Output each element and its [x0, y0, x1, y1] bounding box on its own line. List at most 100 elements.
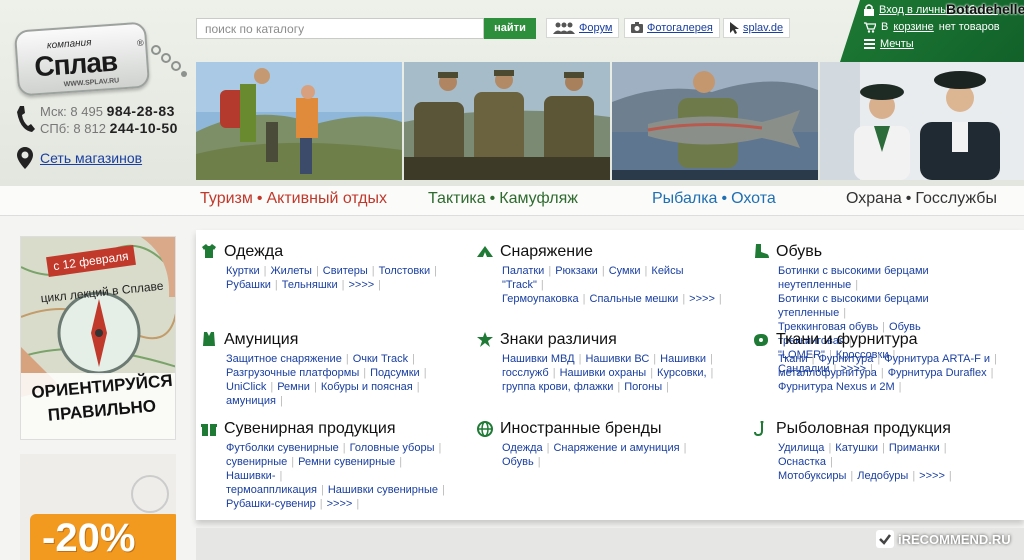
- category-dot: •: [721, 190, 728, 207]
- boot-icon: [755, 244, 769, 258]
- subcategory-link[interactable]: Подсумки: [370, 367, 420, 379]
- section-links: Палатки | Рюкзаки | Сумки | Кейсы "Track" | Герм…: [502, 264, 726, 306]
- subcategory-link[interactable]: Удилища: [778, 442, 824, 454]
- banner-security[interactable]: [820, 62, 1024, 180]
- subcategory-link[interactable]: Толстовки: [379, 265, 431, 277]
- category-security[interactable]: Охрана • Госслужбы: [846, 190, 997, 208]
- subcategory-link[interactable]: Ботинки с высокими берцами утепленные: [778, 293, 929, 319]
- dreams-link[interactable]: Мечты: [864, 38, 914, 50]
- subcategory-link[interactable]: Нашивки МВД: [502, 353, 575, 365]
- subcategory-link[interactable]: Нашивки ВС: [585, 353, 649, 365]
- subcategory-link[interactable]: Приманки: [889, 442, 940, 454]
- section-link-row: Ткани | Фурнитура | Фурнитура ARTA-F и |: [778, 352, 1002, 366]
- more-link[interactable]: >>>>: [919, 470, 945, 482]
- subcategory-link[interactable]: Сумки: [609, 265, 641, 277]
- subcategory-link[interactable]: амуниция: [226, 395, 276, 407]
- subcategory-link[interactable]: Обувь: [502, 456, 534, 468]
- subcategory-link[interactable]: Нашивки: [660, 353, 706, 365]
- section-header[interactable]: Знаки различия: [476, 328, 726, 352]
- subcategory-link[interactable]: Катушки: [835, 442, 878, 454]
- category-tourism[interactable]: Туризм • Активный отдых: [200, 190, 387, 208]
- subcategory-link[interactable]: Рубашки: [226, 279, 271, 291]
- section-header[interactable]: Иностранные бренды: [476, 417, 726, 441]
- subcategory-link[interactable]: Гермоупаковка: [502, 293, 579, 305]
- section-header[interactable]: Ткани и фурнитура: [752, 328, 1002, 352]
- link-separator: |: [650, 367, 654, 379]
- subcategory-link[interactable]: Ткани: [778, 353, 808, 365]
- subcategory-link[interactable]: Фурнитура ARTA-F и: [884, 353, 990, 365]
- subcategory-link[interactable]: Защитное снаряжение: [226, 353, 342, 365]
- section-link-row: Ботинки с высокими берцами утепленные |: [778, 292, 992, 320]
- photogallery-link[interactable]: Фотогалерея: [624, 18, 720, 38]
- phone-number: 244-10-50: [109, 120, 178, 136]
- splav-de-link[interactable]: splav.de: [723, 18, 791, 38]
- stores-link[interactable]: Сеть магазинов: [40, 150, 142, 166]
- subcategory-link[interactable]: Футболки сувенирные: [226, 442, 339, 454]
- subcategory-link[interactable]: Ботинки с высокими берцами неутепленные: [778, 265, 929, 291]
- cart-link[interactable]: корзине: [893, 21, 933, 33]
- forum-link[interactable]: Форум: [546, 18, 620, 38]
- subcategory-link[interactable]: Тельняшки: [282, 279, 338, 291]
- subcategory-link[interactable]: Погоны: [624, 381, 662, 393]
- link-separator: |: [666, 381, 670, 393]
- subcategory-link[interactable]: госслужб: [502, 367, 549, 379]
- banner-tourism[interactable]: [196, 62, 402, 180]
- subcategory-link[interactable]: термоаппликация: [226, 484, 317, 496]
- category-tactics[interactable]: Тактика • Камуфляж: [428, 190, 578, 208]
- subcategory-link[interactable]: группа крови, флажки: [502, 381, 613, 393]
- subcategory-link[interactable]: Палатки: [502, 265, 544, 277]
- section-links: Удилища | Катушки | Приманки |Оснастка | Мотобу…: [778, 441, 992, 483]
- section-header[interactable]: Снаряжение: [476, 240, 726, 264]
- banner-fishing[interactable]: [612, 62, 818, 180]
- category-fishing[interactable]: Рыбалка • Охота: [652, 190, 776, 208]
- search-button[interactable]: найти: [484, 18, 536, 39]
- subcategory-link[interactable]: Ледобуры: [857, 470, 908, 482]
- subcategory-link[interactable]: Нашивки-: [226, 470, 276, 482]
- subcategory-link[interactable]: Ремни: [277, 381, 310, 393]
- subcategory-link[interactable]: Фурнитура: [819, 353, 874, 365]
- subcategory-link[interactable]: Нашивки охраны: [560, 367, 647, 379]
- section-title: Знаки различия: [500, 331, 617, 348]
- section-header[interactable]: Одежда: [200, 240, 450, 264]
- subcategory-link[interactable]: Фурнитура Duraflex: [888, 367, 987, 379]
- section-link-row: группа крови, флажки | Погоны |: [502, 380, 726, 394]
- subcategory-link[interactable]: Кобуры и поясная: [321, 381, 413, 393]
- subcategory-link[interactable]: Спальные мешки: [590, 293, 679, 305]
- subcategory-link[interactable]: Оснастка: [778, 456, 826, 468]
- more-link[interactable]: >>>>: [348, 279, 374, 291]
- section-header[interactable]: Амуниция: [200, 328, 450, 352]
- subcategory-link[interactable]: Куртки: [226, 265, 260, 277]
- phone-city: СПб:: [40, 121, 70, 136]
- subcategory-link[interactable]: Разгрузочные платформы: [226, 367, 359, 379]
- subcategory-link[interactable]: Нашивки сувенирные: [328, 484, 438, 496]
- link-separator: |: [263, 265, 267, 277]
- subcategory-link[interactable]: Снаряжение и амуниция: [553, 442, 679, 454]
- subcategory-link[interactable]: Жилеты: [271, 265, 312, 277]
- section-header[interactable]: Рыболовная продукция: [752, 417, 992, 441]
- link-separator: |: [644, 265, 648, 277]
- section-header[interactable]: Сувенирная продукция: [200, 417, 450, 441]
- subcategory-link[interactable]: Ремни сувенирные: [298, 456, 395, 468]
- subcategory-link[interactable]: Мотобуксиры: [778, 470, 846, 482]
- subcategory-link[interactable]: Одежда: [502, 442, 543, 454]
- subcategory-link[interactable]: металлофурнитура: [778, 367, 877, 379]
- section-header[interactable]: Обувь: [752, 240, 992, 264]
- more-link[interactable]: >>>>: [327, 498, 353, 510]
- link-separator: |: [416, 381, 420, 393]
- subcategory-link[interactable]: Рюкзаки: [555, 265, 598, 277]
- subcategory-link[interactable]: Рубашки-сувенир: [226, 498, 316, 510]
- subcategory-link[interactable]: Свитеры: [323, 265, 368, 277]
- company-logo[interactable]: компания Сплав WWW.SPLAV.RU ®: [12, 18, 187, 98]
- banner-tactics[interactable]: [404, 62, 610, 180]
- subcategory-link[interactable]: Курсовки,: [657, 367, 707, 379]
- promo-banner-discount[interactable]: -20%: [20, 454, 176, 560]
- search-input[interactable]: поиск по каталогу: [196, 18, 484, 39]
- subcategory-link[interactable]: UniClick: [226, 381, 266, 393]
- subcategory-link[interactable]: Фурнитура Nexus и 2M: [778, 381, 895, 393]
- subcategory-link[interactable]: сувенирные: [226, 456, 287, 468]
- phone-spb: СПб: 8 812 244-10-50: [40, 120, 178, 136]
- more-link[interactable]: >>>>: [689, 293, 715, 305]
- subcategory-link[interactable]: Головные уборы: [350, 442, 435, 454]
- subcategory-link[interactable]: Очки Track: [353, 353, 408, 365]
- promo-banner-lectures[interactable]: с 12 февраля цикл лекций в Сплаве ОРИЕНТ…: [20, 236, 176, 440]
